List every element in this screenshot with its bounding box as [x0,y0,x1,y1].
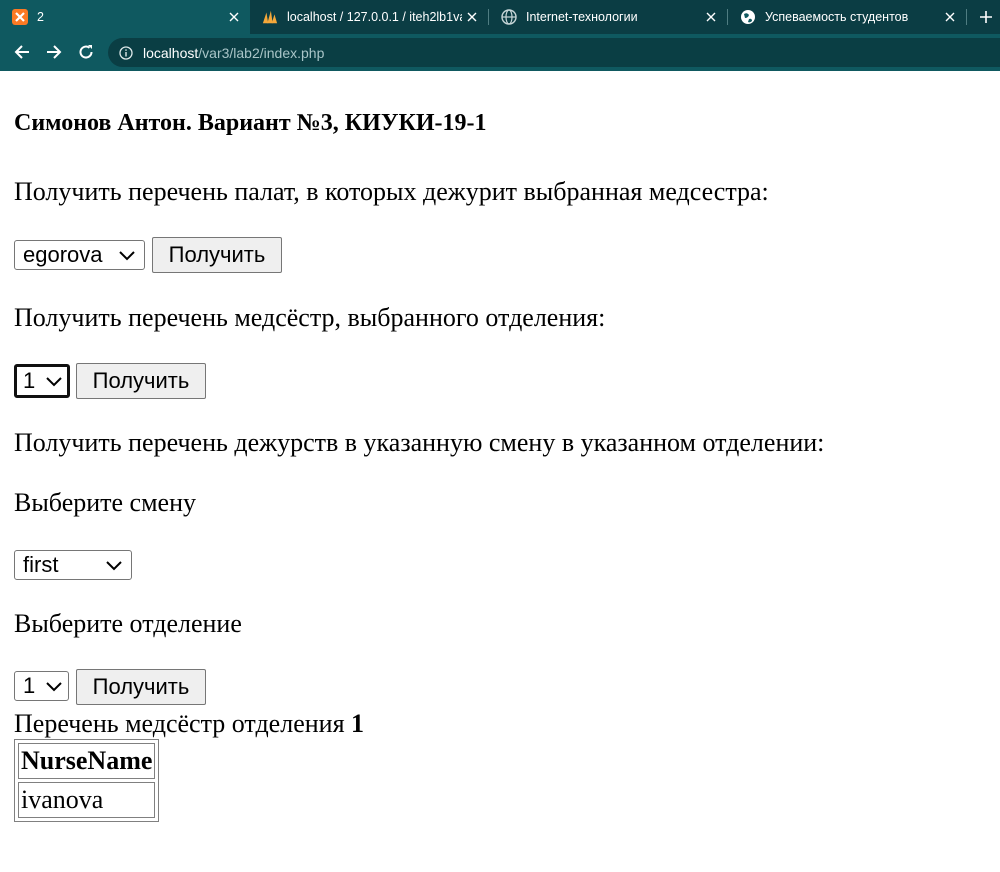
phpmyadmin-icon [262,9,278,25]
close-icon[interactable] [940,7,960,27]
tab-title: 2 [37,10,44,24]
tab-separator [966,9,967,25]
tab-1[interactable]: 2 [0,0,250,34]
chevron-down-icon [119,251,135,261]
tab-4[interactable]: Успеваемость студентов [728,0,966,34]
table-cell: ivanova [18,782,156,818]
result-caption-value: 1 [351,709,365,738]
dept-label: Выберите отделение [14,609,242,638]
department-select-value: 1 [23,368,36,393]
tab-title: Успеваемость студентов [765,10,909,24]
tab-title: localhost / 127.0.0.1 / iteh2lb1var [287,10,462,24]
new-tab-button[interactable] [974,5,998,29]
info-icon[interactable] [117,44,135,62]
address-bar[interactable]: localhost/var3/lab2/index.php [108,38,1000,67]
nurse-select-value: egorova [23,242,103,267]
browser-toolbar: localhost/var3/lab2/index.php [0,34,1000,71]
reload-icon [79,45,93,59]
plus-icon [980,11,992,23]
q2-submit-button[interactable]: Получить [76,363,206,399]
arrow-left-icon [14,45,29,59]
nurse-select[interactable]: egorova [14,240,145,270]
page-title: Симонов Антон. Вариант №3, КИУКИ-19-1 [14,110,487,136]
q3-department-select-value: 1 [23,673,36,698]
chevron-down-icon [106,561,122,571]
tab-3[interactable]: Internet-технологии [489,0,727,34]
tab-strip: 2 localhost / 127.0.0.1 / iteh2lb1var In… [0,0,1000,34]
department-select[interactable]: 1 [14,364,70,398]
shift-select-value: first [23,552,59,577]
close-icon[interactable] [701,7,721,27]
result-caption: Перечень медсёстр отделения 1 [14,709,364,739]
close-icon[interactable] [224,7,244,27]
shift-select[interactable]: first [14,550,132,580]
q1-submit-button[interactable]: Получить [152,237,282,273]
globe-icon [740,9,756,25]
q3-submit-button[interactable]: Получить [76,669,206,705]
q3-department-select[interactable]: 1 [14,671,69,701]
arrow-right-icon [47,45,62,59]
result-caption-text: Перечень медсёстр отделения [14,709,352,738]
globe-icon [501,9,517,25]
forward-button[interactable] [40,38,68,66]
close-icon[interactable] [462,7,482,27]
result-table: NurseName ivanova [14,739,160,822]
chevron-down-icon [46,377,62,387]
reload-button[interactable] [72,38,100,66]
xampp-icon [12,9,28,25]
q1-label: Получить перечень палат, в которых дежур… [14,177,769,206]
chevron-down-icon [46,682,62,692]
table-row: ivanova [18,782,156,818]
table-header-row: NurseName [18,743,156,779]
url-text: localhost/var3/lab2/index.php [143,45,324,61]
back-button[interactable] [8,38,36,66]
q3-label: Получить перечень дежурств в указанную с… [14,428,825,457]
shift-label: Выберите смену [14,488,196,517]
tab-2[interactable]: localhost / 127.0.0.1 / iteh2lb1var [250,0,488,34]
url-host: localhost [143,44,199,61]
column-header: NurseName [18,743,156,779]
q2-label: Получить перечень медсёстр, выбранного о… [14,303,606,332]
tab-title: Internet-технологии [526,10,638,24]
url-path: /var3/lab2/index.php [198,44,325,61]
